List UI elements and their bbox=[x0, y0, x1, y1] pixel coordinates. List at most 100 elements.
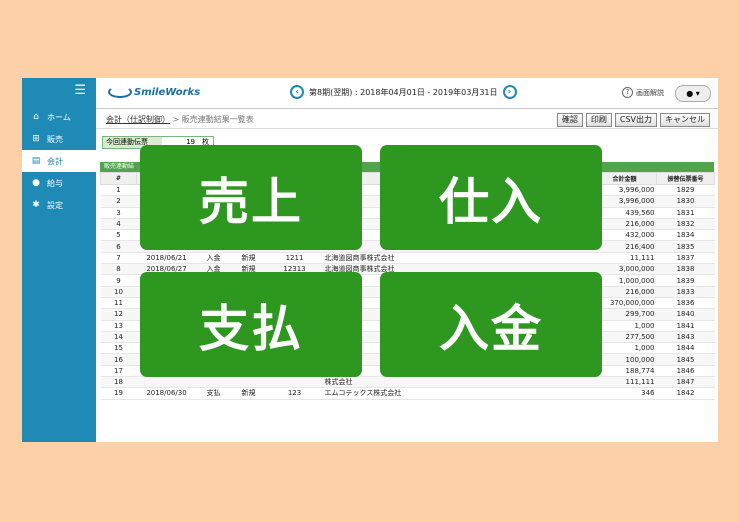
cell-no: 8 bbox=[100, 263, 137, 276]
sidebar-item-sales[interactable]: ⊞ 販売 bbox=[22, 128, 96, 150]
cell-total: 216,400 bbox=[592, 240, 657, 253]
cell-total: 216,000 bbox=[592, 286, 657, 298]
cell-no: 14 bbox=[100, 331, 137, 344]
cell-voucher: 1832 bbox=[656, 218, 715, 231]
cell-no: 1 bbox=[100, 184, 137, 197]
cell-no: 7 bbox=[100, 252, 137, 265]
cell-voucher: 1847 bbox=[656, 376, 715, 389]
cell-voucher: 1842 bbox=[656, 387, 715, 400]
ledger-icon: ▤ bbox=[31, 156, 41, 166]
sales-overlay: 売上 bbox=[140, 145, 362, 250]
cell-code bbox=[266, 376, 323, 389]
sidebar: ☰ ⌂ ホーム ⊞ 販売 ▤ 会計 ● 給与 ✱ 設定 bbox=[22, 78, 96, 442]
cell-voucher: 1845 bbox=[656, 353, 715, 366]
breadcrumb: 会計（仕訳制御） > 販売連動結果一覧表 bbox=[106, 115, 254, 124]
next-period-button[interactable]: › bbox=[502, 85, 517, 99]
action-buttons: 確認 印刷 CSV出力 キャンセル bbox=[556, 113, 710, 127]
confirm-button[interactable]: 確認 bbox=[556, 113, 583, 127]
cell-total: 432,000 bbox=[592, 229, 657, 242]
cell-total: 346 bbox=[592, 387, 657, 400]
cell-total: 216,000 bbox=[592, 218, 657, 231]
cell-total: 11,111 bbox=[592, 252, 657, 265]
home-icon: ⌂ bbox=[33, 112, 39, 122]
cell-customer: エムコテックス株式会社 bbox=[322, 387, 593, 400]
moneybag-icon: ● bbox=[32, 178, 40, 188]
user-icon: ● bbox=[686, 89, 694, 98]
table-row[interactable]: 18 株式会社 111,111 1847 bbox=[100, 376, 715, 389]
chevron-down-icon: ▾ bbox=[695, 89, 700, 98]
cell-voucher: 1829 bbox=[656, 184, 715, 197]
swoosh-icon bbox=[108, 86, 132, 98]
cell-date bbox=[136, 376, 197, 389]
sidebar-item-payroll[interactable]: ● 給与 bbox=[22, 172, 96, 194]
breadcrumb-current: 販売連動結果一覧表 bbox=[181, 115, 254, 124]
cell-type bbox=[196, 376, 231, 389]
cell-no: 2 bbox=[100, 195, 137, 208]
cell-customer: 北海道図商事株式会社 bbox=[322, 252, 593, 265]
cell-voucher: 1831 bbox=[656, 207, 715, 219]
cell-no: 5 bbox=[100, 229, 137, 242]
sidebar-item-label: 販売 bbox=[47, 134, 63, 144]
question-icon: ? bbox=[622, 87, 633, 98]
cell-no: 6 bbox=[100, 240, 137, 253]
csv-export-button[interactable]: CSV出力 bbox=[614, 113, 657, 127]
receipt-overlay: 入金 bbox=[380, 272, 602, 377]
cell-voucher: 1846 bbox=[656, 365, 715, 378]
cell-total: 3,000,000 bbox=[592, 263, 657, 276]
cell-voucher: 1830 bbox=[656, 195, 715, 208]
cell-code: 123 bbox=[266, 387, 323, 400]
cell-customer: 株式会社 bbox=[322, 376, 593, 389]
col-total: 合計金額 bbox=[592, 172, 657, 185]
cell-voucher: 1834 bbox=[656, 229, 715, 242]
cell-status: 新規 bbox=[230, 387, 267, 400]
top-header: SmileWorks ‹ 第8期(翌期) : 2018年04月01日 - 201… bbox=[96, 78, 718, 109]
cancel-button[interactable]: キャンセル bbox=[660, 113, 710, 127]
period-label: 第8期(翌期) : 2018年04月01日 - 2019年03月31日 bbox=[309, 87, 498, 97]
cell-voucher: 1839 bbox=[656, 274, 715, 287]
cell-total: 370,000,000 bbox=[592, 297, 657, 310]
cell-code: 1211 bbox=[266, 252, 323, 265]
sidebar-item-label: 会計 bbox=[47, 156, 63, 166]
purchase-overlay: 仕入 bbox=[380, 145, 602, 250]
user-menu-button[interactable]: ● ▾ bbox=[675, 85, 711, 102]
hamburger-icon[interactable]: ☰ bbox=[74, 84, 86, 97]
cell-voucher: 1841 bbox=[656, 320, 715, 332]
prev-period-button[interactable]: ‹ bbox=[290, 85, 304, 99]
cell-no: 16 bbox=[100, 353, 137, 366]
cell-total: 299,700 bbox=[592, 308, 657, 321]
payment-overlay: 支払 bbox=[140, 272, 362, 377]
cell-status: 新規 bbox=[230, 252, 267, 265]
cart-icon: ⊞ bbox=[32, 134, 40, 144]
sidebar-nav: ⌂ ホーム ⊞ 販売 ▤ 会計 ● 給与 ✱ 設定 bbox=[22, 106, 96, 216]
cell-total: 1,000,000 bbox=[592, 274, 657, 287]
cell-no: 18 bbox=[100, 376, 137, 389]
table-row[interactable]: 7 2018/06/21 入金 新規 1211 北海道図商事株式会社 11,111 1837 bbox=[100, 252, 715, 265]
cell-no: 9 bbox=[100, 274, 137, 287]
cell-voucher: 1840 bbox=[656, 308, 715, 321]
help-link[interactable]: ? 画面解説 bbox=[622, 87, 664, 98]
cell-no: 13 bbox=[100, 320, 137, 332]
sidebar-item-accounting[interactable]: ▤ 会計 bbox=[22, 150, 96, 172]
col-voucher: 振替伝票番号 bbox=[656, 172, 715, 185]
cell-no: 12 bbox=[100, 308, 137, 321]
table-row[interactable]: 19 2018/06/30 支払 新規 123 エムコテックス株式会社 346 1842 bbox=[100, 387, 715, 400]
cell-voucher: 1833 bbox=[656, 286, 715, 298]
print-button[interactable]: 印刷 bbox=[585, 113, 612, 127]
cell-no: 4 bbox=[100, 218, 137, 231]
cell-total: 188,774 bbox=[592, 365, 657, 378]
logo: SmileWorks bbox=[108, 86, 200, 98]
cell-type: 支払 bbox=[196, 387, 231, 400]
cell-total: 3,996,000 bbox=[592, 184, 657, 197]
cell-type: 入金 bbox=[196, 252, 231, 265]
cell-no: 10 bbox=[100, 286, 137, 298]
sidebar-item-home[interactable]: ⌂ ホーム bbox=[22, 106, 96, 128]
col-no: # bbox=[100, 172, 137, 185]
cell-total: 439,560 bbox=[592, 207, 657, 219]
cell-total: 277,500 bbox=[592, 331, 657, 344]
breadcrumb-parent-link[interactable]: 会計（仕訳制御） bbox=[106, 115, 170, 124]
sidebar-item-label: ホーム bbox=[47, 112, 71, 122]
cell-status bbox=[230, 376, 267, 389]
sidebar-item-settings[interactable]: ✱ 設定 bbox=[22, 194, 96, 216]
cell-voucher: 1835 bbox=[656, 240, 715, 253]
cell-date: 2018/06/30 bbox=[136, 387, 197, 400]
